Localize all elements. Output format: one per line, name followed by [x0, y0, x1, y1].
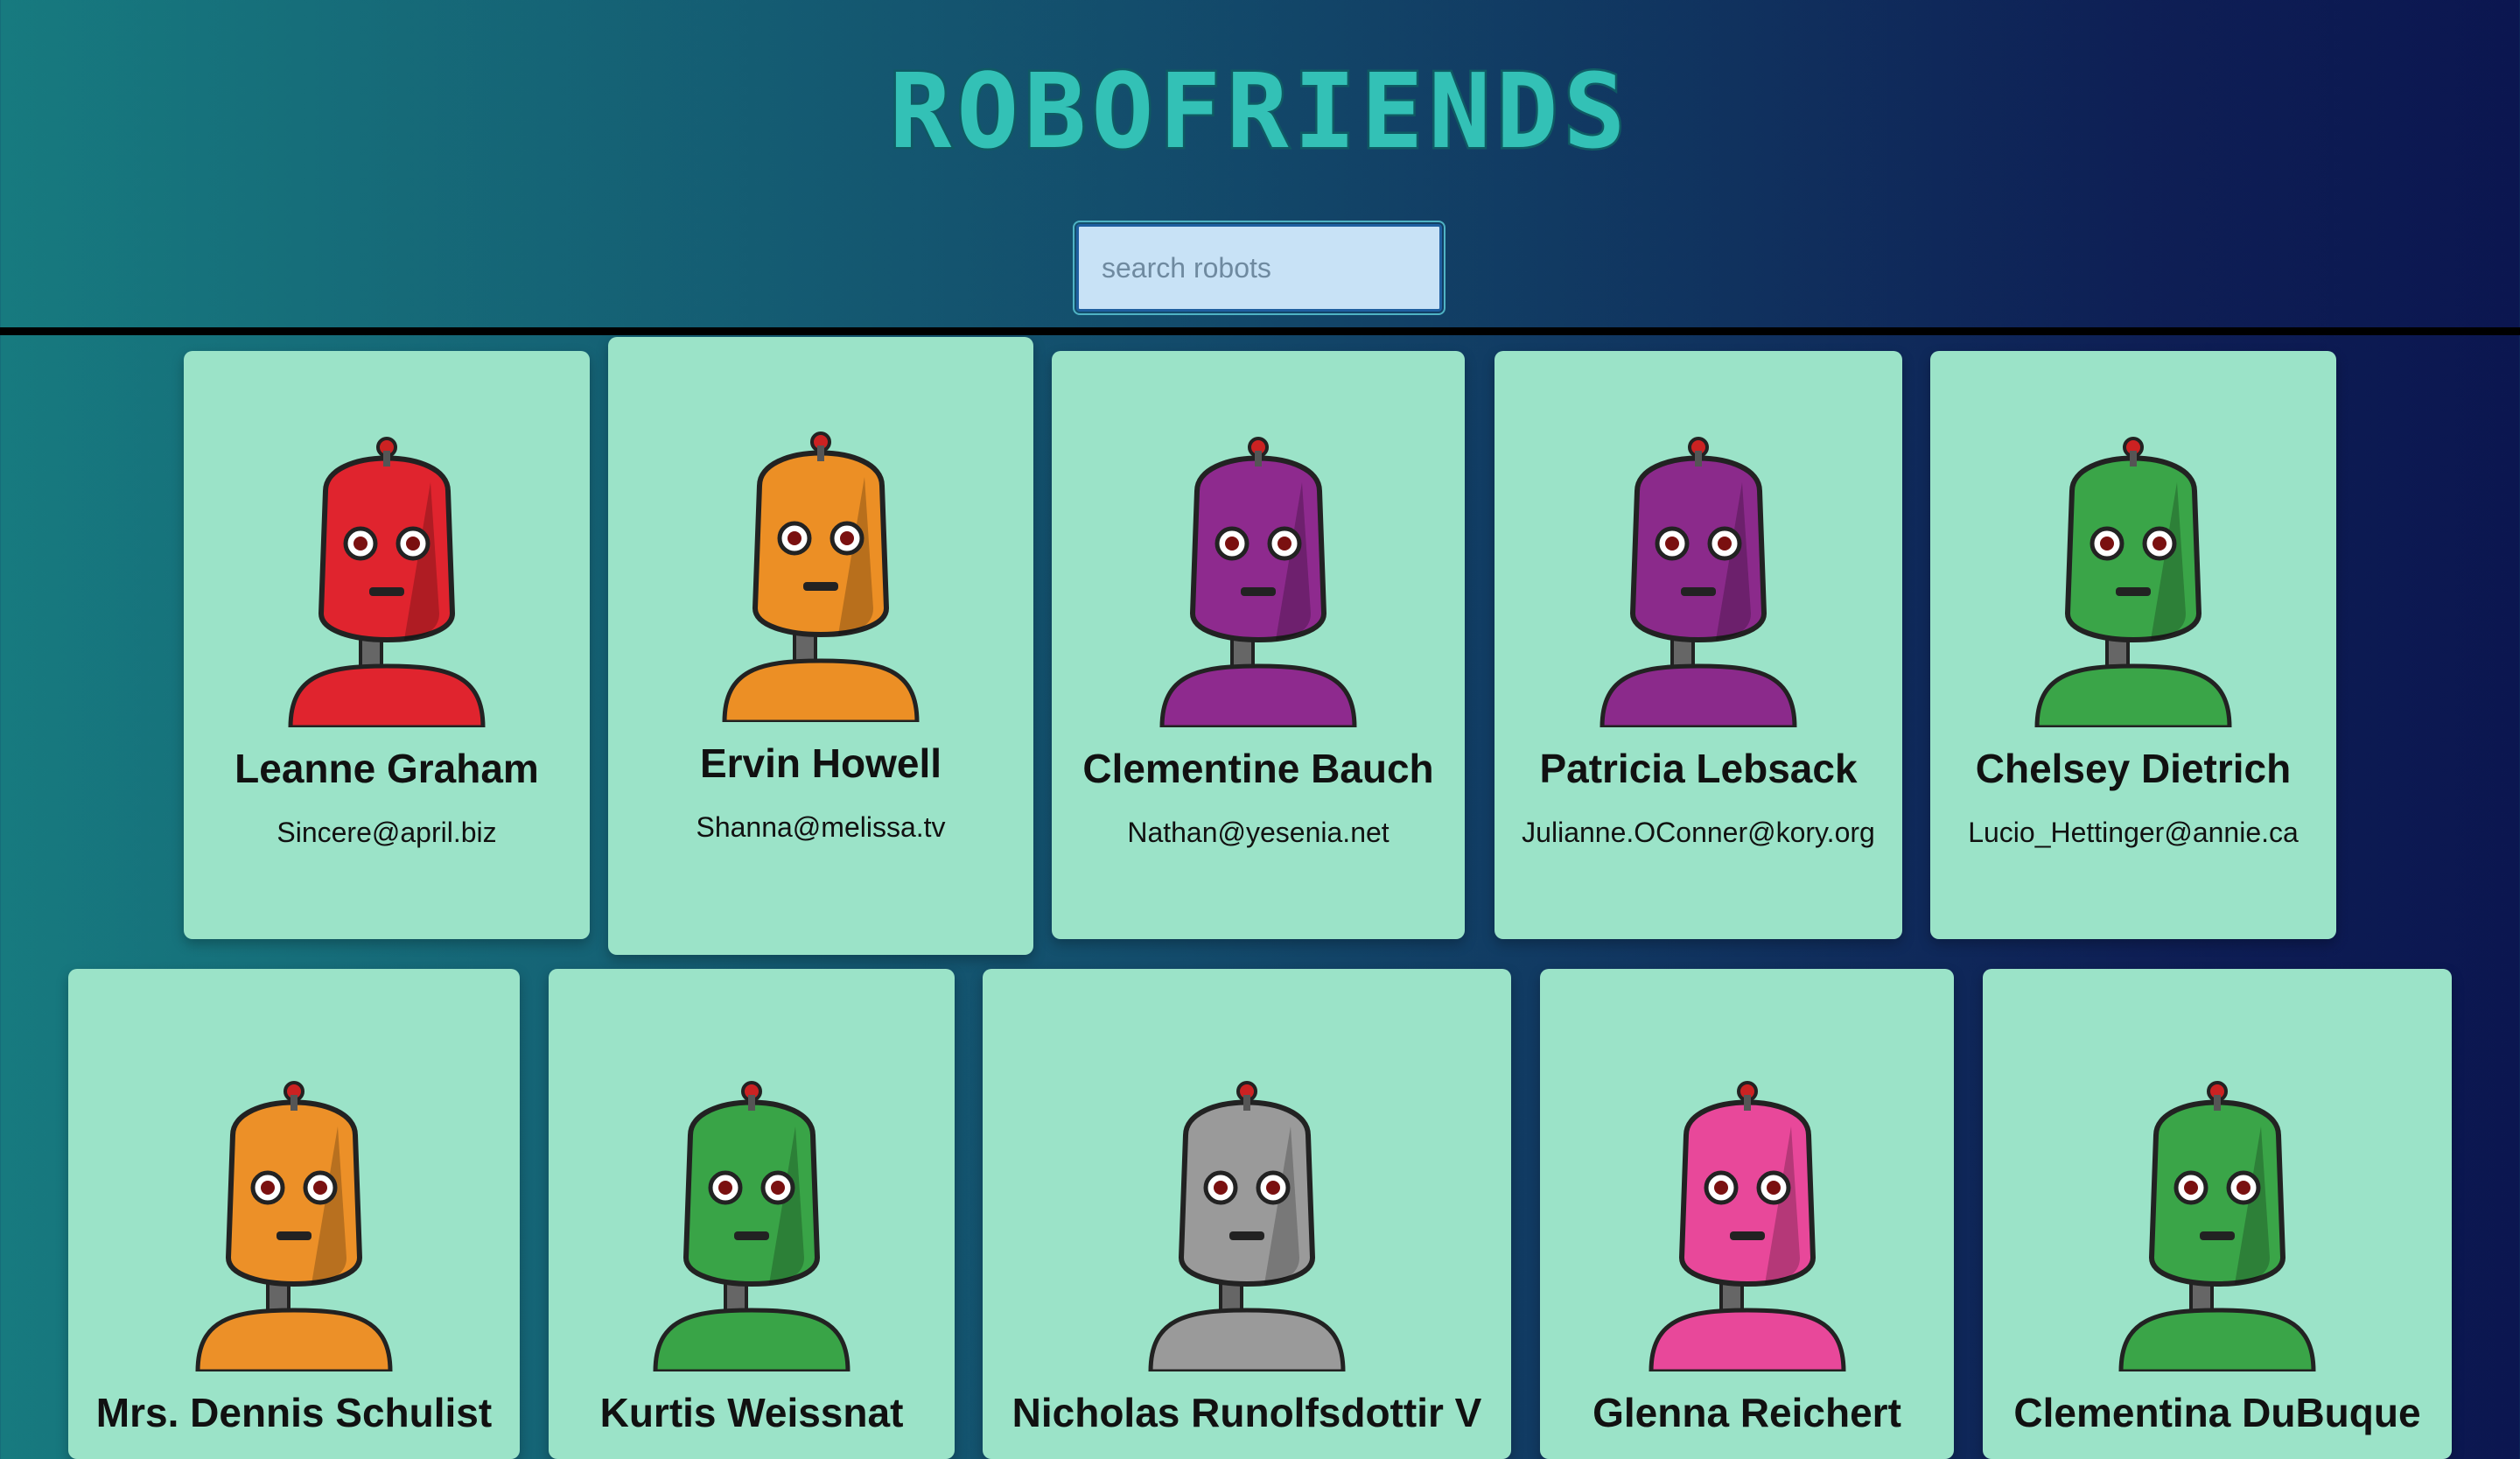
robot-avatar	[653, 1081, 850, 1371]
page-header: ROBOFRIENDS	[0, 0, 2520, 329]
robot-card[interactable]: Patricia Lebsack Julianne.OConner@kory.or…	[1494, 351, 1902, 939]
robot-email: Lucio_Hettinger@annie.ca	[1968, 817, 2299, 848]
robot-card[interactable]: Clementine Bauch Nathan@yesenia.net	[1052, 351, 1465, 939]
robot-card[interactable]: Chelsey Dietrich Lucio_Hettinger@annie.ca	[1930, 351, 2336, 939]
robot-card[interactable]: Ervin Howell Shanna@melissa.tv	[608, 337, 1033, 955]
robot-avatar	[1159, 437, 1357, 727]
robot-card[interactable]: Glenna Reichert	[1540, 969, 1954, 1459]
robot-avatar	[288, 437, 486, 727]
robot-card[interactable]: Mrs. Dennis Schulist	[68, 969, 520, 1459]
robot-email: Shanna@melissa.tv	[696, 811, 946, 843]
robot-avatar	[1148, 1081, 1346, 1371]
header-divider	[0, 327, 2520, 335]
robot-avatar	[1648, 1081, 1846, 1371]
robot-name: Chelsey Dietrich	[1975, 746, 2292, 791]
robot-name: Clementina DuBuque	[2013, 1390, 2421, 1435]
robot-email: Sincere@april.biz	[276, 817, 497, 848]
robot-name: Leanne Graham	[234, 746, 539, 791]
robot-name: Kurtis Weissnat	[599, 1390, 904, 1435]
app-title: ROBOFRIENDS	[887, 49, 1631, 174]
robot-card[interactable]: Leanne Graham Sincere@april.biz	[184, 351, 590, 939]
robot-email: Nathan@yesenia.net	[1127, 817, 1390, 848]
robot-avatar	[2034, 437, 2232, 727]
robot-card[interactable]: Kurtis Weissnat	[549, 969, 955, 1459]
robot-name: Glenna Reichert	[1592, 1390, 1901, 1435]
robot-name: Nicholas Runolfsdottir V	[1012, 1390, 1482, 1435]
robot-name: Clementine Bauch	[1082, 746, 1434, 791]
robot-card[interactable]: Nicholas Runolfsdottir V	[983, 969, 1511, 1459]
robot-email: Julianne.OConner@kory.org	[1522, 817, 1875, 848]
search-input[interactable]	[1073, 221, 1446, 315]
robot-card[interactable]: Clementina DuBuque	[1983, 969, 2452, 1459]
robot-name: Ervin Howell	[699, 740, 942, 786]
robot-avatar	[1600, 437, 1797, 727]
robot-avatar	[722, 431, 920, 722]
robot-name: Patricia Lebsack	[1539, 746, 1858, 791]
robot-avatar	[2118, 1081, 2316, 1371]
robot-avatar	[195, 1081, 393, 1371]
robot-name: Mrs. Dennis Schulist	[95, 1390, 493, 1435]
